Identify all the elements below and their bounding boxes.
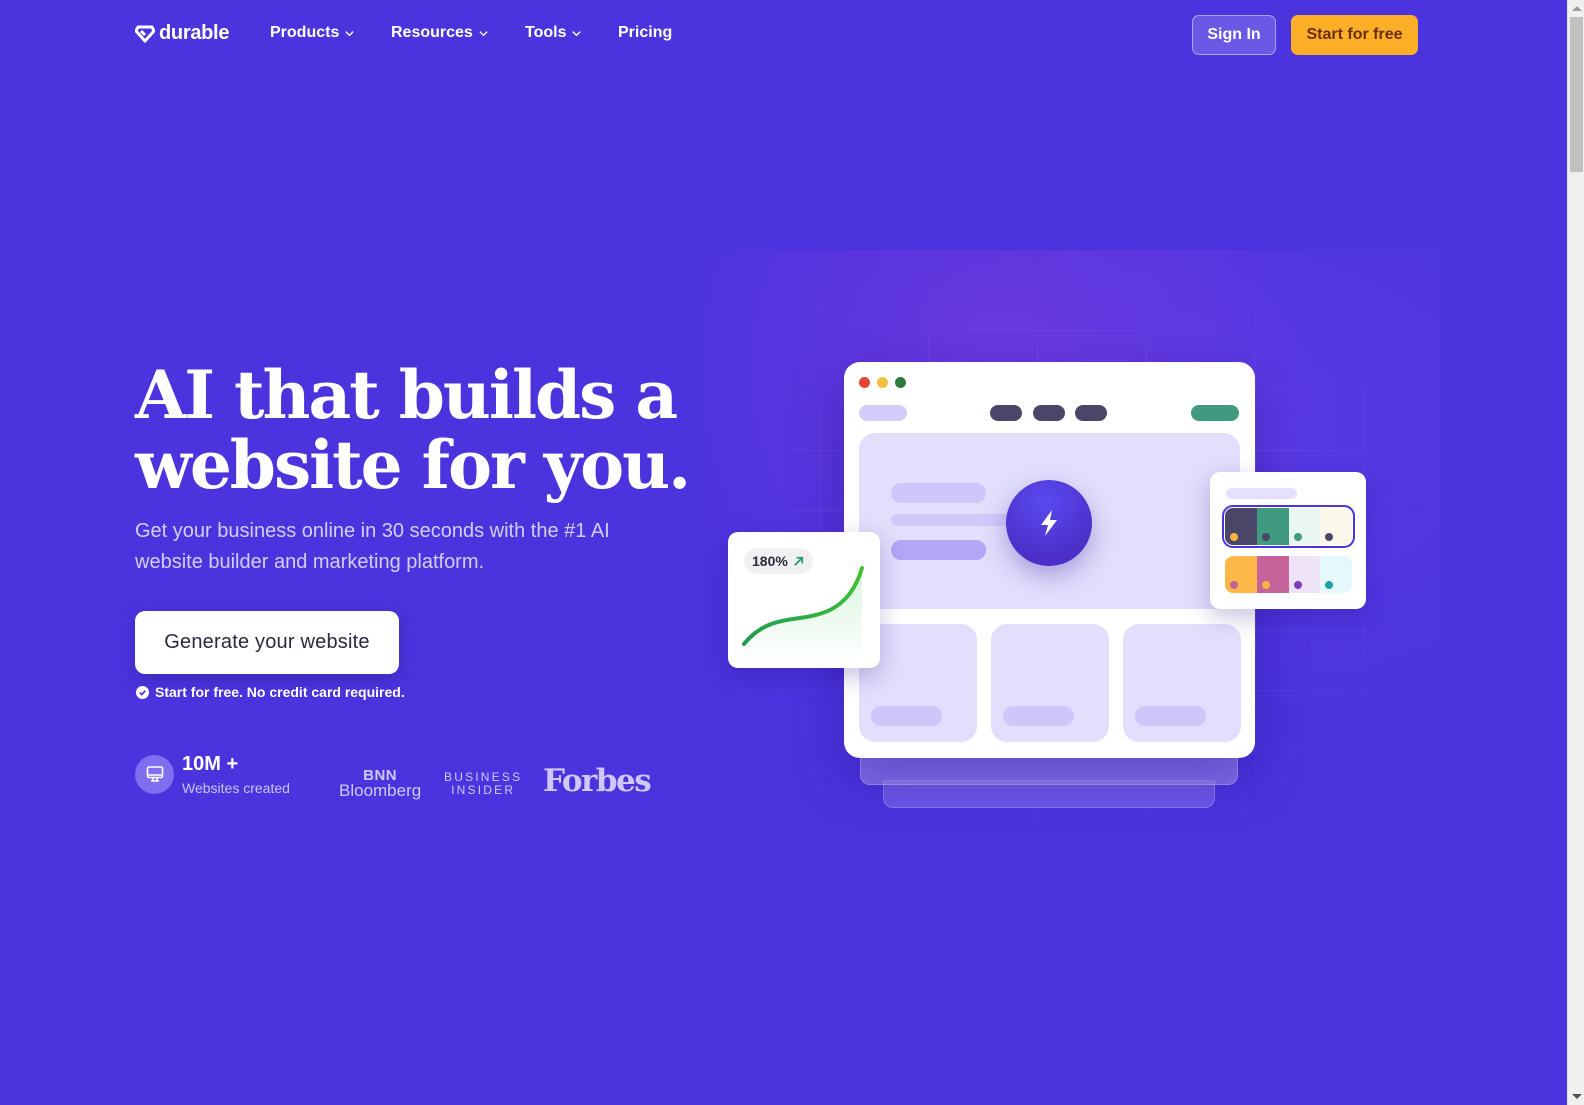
palette-swatch: [1225, 556, 1257, 593]
page: durable Products Resources Tools Pricing…: [0, 0, 1567, 1105]
press-logo-business-insider: BUSINESS INSIDER: [444, 771, 522, 797]
mock-nav-pill: [1075, 405, 1107, 421]
scroll-up-arrow-icon[interactable]: [1572, 6, 1582, 11]
mock-button-pill: [891, 540, 986, 560]
color-palette-card: [1210, 472, 1366, 609]
scrollbar-thumb[interactable]: [1570, 17, 1583, 172]
websites-created-stat: 10M + Websites created: [135, 752, 290, 796]
window-close-dot: [859, 377, 870, 388]
lightning-bolt-icon: [1041, 510, 1057, 536]
mock-card-bar: [1003, 706, 1074, 726]
window-maximize-dot: [895, 377, 906, 388]
palette-option-selected[interactable]: [1222, 505, 1355, 548]
growth-curve-icon: [742, 566, 864, 662]
palette-swatch-dot: [1293, 581, 1302, 589]
palette-title-pill: [1226, 488, 1297, 499]
chevron-down-icon: [345, 30, 354, 36]
nav-item-label: Resources: [391, 24, 473, 41]
mock-card: [1123, 624, 1241, 742]
headline-line-1: AI that builds a: [135, 356, 678, 434]
palette-swatch: [1320, 508, 1352, 545]
logo-text: durable: [159, 22, 230, 44]
window-minimize-dot: [877, 377, 888, 388]
palette-swatch: [1256, 556, 1289, 593]
mock-nav-pill: [1033, 405, 1065, 421]
stat-count: 10M +: [182, 753, 239, 775]
sign-in-button[interactable]: Sign In: [1192, 15, 1276, 55]
nav-item-label: Pricing: [618, 24, 673, 41]
mock-logo-pill: [859, 405, 907, 421]
nav-item-pricing[interactable]: Pricing: [618, 24, 672, 42]
palette-swatch: [1320, 556, 1352, 593]
chevron-down-icon: [479, 30, 488, 36]
top-nav: durable Products Resources Tools Pricing…: [0, 0, 1567, 70]
palette-swatch: [1225, 508, 1257, 545]
press-logo-forbes: Forbes: [543, 763, 652, 799]
mock-cta-pill: [1191, 405, 1239, 421]
palette-swatch-dot: [1230, 581, 1238, 589]
scroll-down-arrow-icon[interactable]: [1572, 1094, 1582, 1099]
headline-line-2: website for you.: [135, 426, 691, 504]
generate-website-button[interactable]: Generate your website: [135, 611, 399, 674]
vertical-scrollbar[interactable]: [1567, 0, 1584, 1105]
stat-label: Websites created: [182, 780, 290, 796]
palette-swatch-dot: [1293, 533, 1302, 541]
bloomberg-text: Bloomberg: [339, 781, 422, 800]
browser-stack-middle: [860, 755, 1238, 785]
free-note: Start for free. No credit card required.: [136, 684, 405, 700]
lightning-badge: [1006, 480, 1092, 566]
mock-card: [991, 624, 1109, 742]
palette-option[interactable]: [1225, 556, 1352, 593]
nav-item-resources[interactable]: Resources: [391, 24, 489, 42]
press-logo-bnn-bloomberg: BNN Bloomberg: [339, 768, 422, 800]
start-for-free-button[interactable]: Start for free: [1291, 15, 1418, 55]
nav-item-label: Products: [270, 24, 340, 41]
palette-swatch-dot: [1261, 581, 1270, 589]
growth-card: 180%: [728, 532, 880, 668]
hero-headline: AI that builds a website for you.: [135, 360, 695, 500]
palette-swatch-dot: [1230, 533, 1238, 541]
chevron-down-icon: [572, 30, 582, 36]
monitor-icon: [146, 766, 163, 782]
free-note-text: Start for free. No credit card required.: [155, 684, 405, 700]
mock-card-bar: [871, 706, 942, 726]
mock-card-bar: [1135, 706, 1206, 726]
browser-mockup: [844, 362, 1255, 758]
mock-nav-pill: [990, 405, 1022, 421]
hero-subhead: Get your business online in 30 seconds w…: [135, 520, 610, 573]
palette-swatch: [1288, 508, 1321, 545]
stat-icon-badge: [135, 754, 174, 794]
logo[interactable]: durable: [135, 22, 229, 45]
insider-text: INSIDER: [451, 783, 516, 797]
palette-swatch: [1288, 556, 1321, 593]
palette-swatch-dot: [1325, 581, 1334, 589]
nav-item-label: Tools: [525, 24, 567, 41]
mock-text-line: [891, 514, 1021, 526]
palette-swatch-dot: [1325, 533, 1334, 541]
stat-text: 10M + Websites created: [182, 752, 290, 796]
palette-swatch-dot: [1261, 533, 1270, 541]
palette-swatch: [1256, 508, 1289, 545]
mock-text-line: [891, 483, 986, 503]
nav-item-tools[interactable]: Tools: [525, 24, 582, 42]
durable-logo-icon: [135, 25, 155, 42]
check-circle-icon: [136, 685, 149, 699]
nav-item-products[interactable]: Products: [270, 24, 355, 42]
